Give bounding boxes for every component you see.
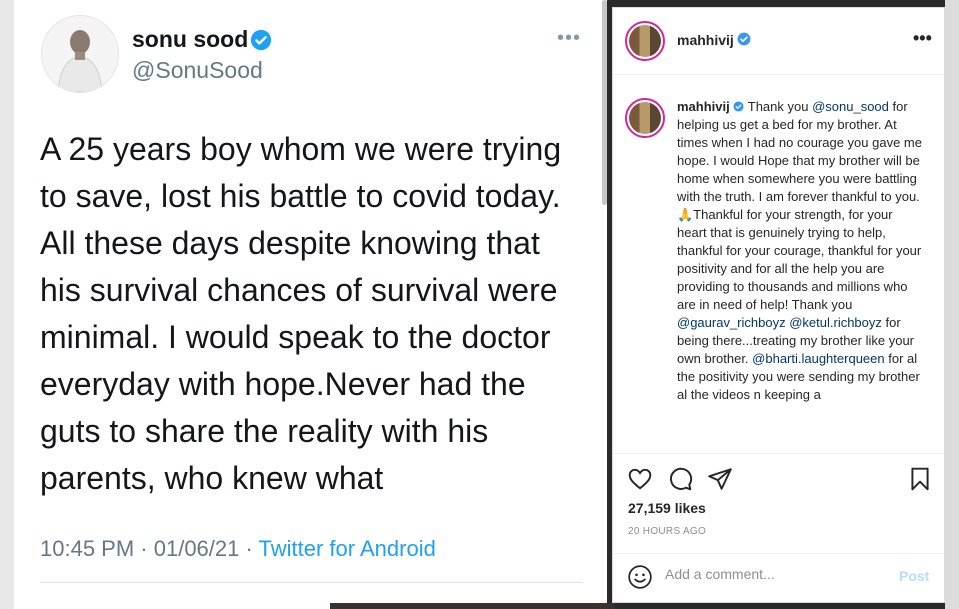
tweet-card: sonu sood @SonuSood ••• A 25 years boy w… bbox=[14, 0, 607, 609]
tweet-source[interactable]: Twitter for Android bbox=[259, 536, 436, 561]
tweet-meta: 10:45 PM · 01/06/21 · Twitter for Androi… bbox=[40, 536, 436, 562]
meta-separator: · bbox=[239, 536, 259, 561]
verified-icon bbox=[250, 29, 272, 51]
caption-fragment: for helping us get a bed for my brother.… bbox=[677, 99, 922, 312]
likes-count[interactable]: 27,159 likes bbox=[628, 500, 706, 516]
header-username[interactable]: mahhivij bbox=[677, 32, 734, 48]
mention-link[interactable]: @bharti.laughterqueen bbox=[752, 351, 884, 366]
mention-link[interactable]: @sonu_sood bbox=[812, 99, 889, 114]
avatar-image bbox=[629, 25, 661, 57]
verified-icon bbox=[737, 32, 751, 46]
post-timestamp[interactable]: 20 HOURS AGO bbox=[628, 526, 706, 537]
tweet-author-name[interactable]: sonu sood bbox=[132, 26, 248, 53]
verified-icon bbox=[733, 101, 744, 112]
header-avatar[interactable] bbox=[625, 21, 665, 61]
scrollbar[interactable] bbox=[602, 0, 607, 205]
meta-separator: · bbox=[134, 536, 154, 561]
tweet-time[interactable]: 10:45 PM bbox=[40, 536, 134, 561]
caption-avatar[interactable] bbox=[625, 98, 665, 138]
comment-icon[interactable] bbox=[667, 466, 693, 492]
tweet-author-handle[interactable]: @SonuSood bbox=[132, 57, 263, 84]
caption-text: mahhivij Thank you @sonu_sood for helpin… bbox=[677, 98, 925, 404]
emoji-icon[interactable] bbox=[627, 564, 653, 590]
background-strip bbox=[330, 603, 615, 609]
divider bbox=[40, 582, 583, 583]
mention-link[interactable]: @ketul.richboyz bbox=[789, 315, 882, 330]
tweet-date[interactable]: 01/06/21 bbox=[154, 536, 240, 561]
post-comment-button[interactable]: Post bbox=[899, 568, 929, 584]
like-heart-icon[interactable] bbox=[627, 466, 653, 492]
tweet-avatar[interactable] bbox=[41, 15, 119, 93]
caption-area: mahhivij Thank you @sonu_sood for helpin… bbox=[625, 98, 930, 452]
mention-link[interactable]: @gaurav_richboyz bbox=[677, 315, 786, 330]
tweet-text: A 25 years boy whom we were trying to sa… bbox=[40, 131, 562, 496]
caption-username[interactable]: mahhivij bbox=[677, 99, 730, 114]
more-options-icon[interactable]: ••• bbox=[557, 27, 581, 50]
right-edge bbox=[945, 0, 959, 609]
save-bookmark-icon[interactable] bbox=[907, 466, 933, 492]
left-edge bbox=[0, 0, 14, 609]
actions-divider bbox=[613, 453, 944, 455]
post-header: mahhivij ••• bbox=[613, 8, 944, 75]
comment-divider bbox=[613, 553, 944, 554]
share-send-icon[interactable] bbox=[707, 466, 733, 492]
avatar-image bbox=[629, 102, 661, 134]
caption-fragment: Thank you bbox=[744, 99, 813, 114]
more-options-icon[interactable]: ••• bbox=[913, 28, 932, 49]
comment-input[interactable] bbox=[665, 566, 875, 582]
instagram-post-panel: mahhivij ••• mahhivij Thank you @sonu_so… bbox=[612, 7, 945, 603]
